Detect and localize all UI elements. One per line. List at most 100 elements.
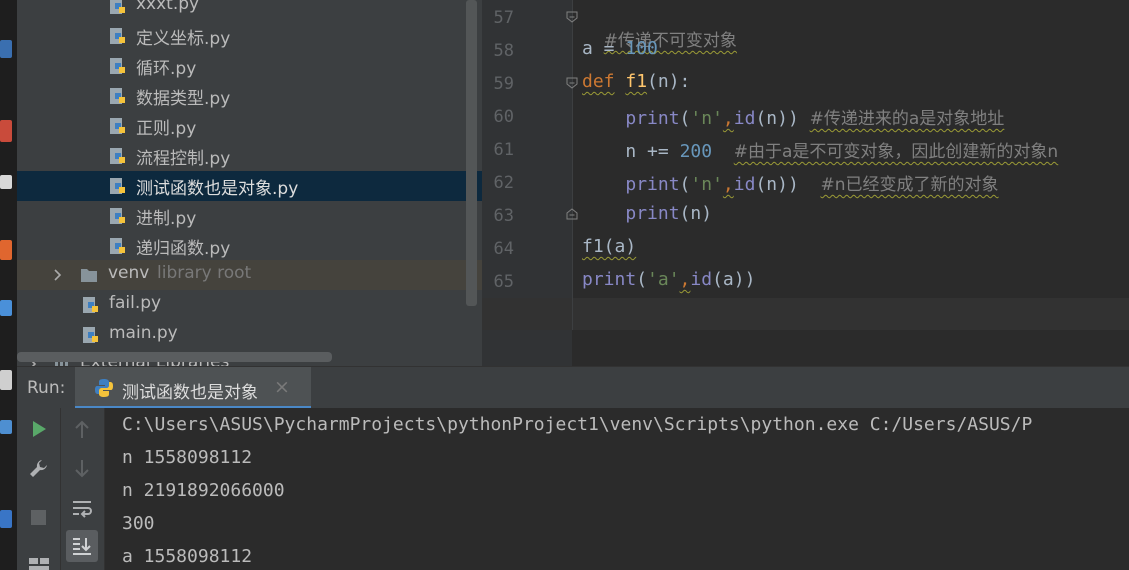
current-line-highlight [482,298,1129,330]
tree-item-label: fail.py [109,293,162,313]
code-string: 'a' [647,269,680,290]
console-line: C:\Users\ASUS\PycharmProjects\pythonProj… [122,414,1033,435]
stop-icon[interactable] [30,509,47,526]
tree-item-file[interactable]: 定义坐标.py [17,21,482,51]
tree-item-file-selected[interactable]: 测试函数也是对象.py [17,171,482,201]
code-line-59[interactable]: def f1(n): [582,71,690,95]
console-line: a 1558098112 [122,546,253,567]
code-comma: , [722,108,734,129]
code-line-60[interactable]: print('n',id(n)) #传递进来的a是对象地址 [582,104,1005,129]
code-string: 'n' [690,174,723,195]
code-params: (n): [647,71,691,92]
code-comment: #传递进来的a是对象地址 [809,109,1005,129]
python-file-icon [110,58,125,74]
wrench-icon[interactable] [28,458,50,480]
tree-item-label: 定义坐标.py [136,29,231,49]
layout-icon[interactable] [28,556,50,570]
run-toolbar-primary [17,408,61,570]
code-builtin: print [625,174,680,195]
tree-item-file[interactable]: 循环.py [17,51,482,81]
code-builtin: id [690,269,713,290]
project-tree[interactable]: xxxt.py 定义坐标.py 循环.py 数据类型.py 正则.py 流程控制… [17,0,482,366]
code-call: f1(a) [582,236,637,257]
python-file-icon [110,28,125,44]
line-number: 58 [493,41,514,61]
console-line: n 1558098112 [122,447,253,468]
code-builtin: print [582,269,637,290]
line-number: 59 [493,74,514,94]
tree-item-label: 递归函数.py [136,239,231,259]
code-paren: ( [679,174,691,195]
tree-item-label: 循环.py [136,59,197,79]
line-number: 60 [493,107,514,127]
tree-item-file[interactable]: 流程控制.py [17,141,482,171]
folder-icon [81,269,97,282]
soft-wrap-icon[interactable] [71,498,93,520]
python-file-icon [110,178,125,194]
code-builtin: id [733,174,756,195]
code-comma: , [722,174,734,195]
fold-end-marker-icon[interactable] [566,208,578,220]
code-line-57[interactable]: #传递不可变对象 [582,5,737,51]
python-file-icon [110,148,125,164]
fold-marker-icon[interactable] [566,11,578,23]
close-icon[interactable]: × [274,376,290,398]
vertical-scrollbar[interactable] [466,0,477,306]
run-tab-title: 测试函数也是对象 [122,383,258,403]
arrow-up-icon[interactable] [73,420,91,440]
run-console[interactable]: C:\Users\ASUS\PycharmProjects\pythonProj… [105,408,1129,570]
code-line-63[interactable]: print(n) [582,203,712,227]
code-args: (a)) [712,269,756,290]
tree-item-file[interactable]: fail.py [17,290,482,320]
tree-item-label: 流程控制.py [136,149,231,169]
scroll-to-end-icon [73,538,91,555]
tree-item-file[interactable]: 递归函数.py [17,231,482,261]
tree-item-file[interactable]: 正则.py [17,111,482,141]
desktop-icon-fragment [0,40,12,58]
code-variable: a [582,38,593,59]
code-line-64[interactable]: f1(a) [582,236,636,260]
code-number: 100 [625,38,658,59]
tree-item-file[interactable]: 进制.py [17,201,482,231]
tree-item-file[interactable]: xxxt.py [17,0,482,21]
desktop-icon-fragment [0,240,12,260]
code-line-61[interactable]: n += 200 #由于a是不可变对象，因此创建新的对象n [582,137,1058,162]
code-builtin: print [625,108,680,129]
tree-item-label: xxxt.py [136,0,200,14]
rerun-icon[interactable] [30,420,48,438]
fold-marker-icon[interactable] [566,77,578,89]
tree-item-venv-folder[interactable]: venv library root [17,260,482,290]
code-paren: ( [679,108,691,129]
scroll-to-end-button[interactable] [66,530,98,562]
console-line: n 2191892066000 [122,480,285,501]
code-number: 200 [679,141,713,162]
run-panel-header: Run: 测试函数也是对象 × [17,366,1129,409]
python-file-icon [110,0,125,14]
code-line-65[interactable]: print('a',id(a)) [582,269,755,293]
line-number: 64 [493,239,514,259]
python-file-icon [83,327,98,343]
arrow-down-icon[interactable] [73,458,91,478]
desktop-icon-fragment [0,300,12,316]
line-number: 57 [493,8,514,28]
code-string: 'n' [690,108,723,129]
desktop-icon-fragment [0,175,12,189]
chevron-right-icon[interactable] [52,269,64,281]
tree-item-file[interactable]: main.py [17,320,482,350]
line-number: 63 [493,206,514,226]
line-number: 65 [493,272,514,292]
code-args: (n)) [755,108,799,129]
python-file-icon [110,208,125,224]
tree-item-file[interactable]: 数据类型.py [17,81,482,111]
code-args: (n)) [755,174,799,195]
desktop-icon-fragment [0,120,12,142]
code-line-58[interactable]: a = 100 [582,38,658,62]
horizontal-scrollbar[interactable] [17,352,332,362]
tree-item-label: main.py [109,323,178,343]
code-line-62[interactable]: print('n',id(n)) #n已经变成了新的对象 [582,170,998,195]
code-operator: += [636,141,680,162]
